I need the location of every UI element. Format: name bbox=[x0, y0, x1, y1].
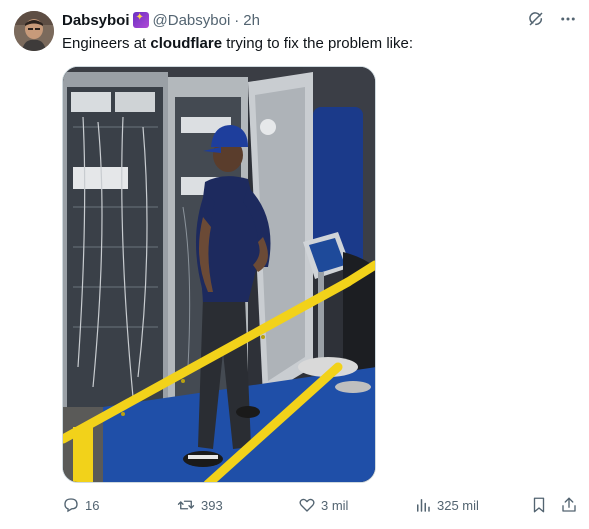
author-name[interactable]: Dabsyboi bbox=[62, 12, 130, 29]
separator-dot: · bbox=[234, 11, 240, 29]
action-bar: 16 393 3 mil 325 mil bbox=[62, 494, 582, 518]
media-photo bbox=[63, 67, 375, 482]
tweet-media[interactable] bbox=[62, 66, 376, 483]
views-count: 325 mil bbox=[437, 497, 479, 513]
heart-icon bbox=[299, 498, 315, 512]
tweet-header: Dabsyboi @Dabsyboi · 2h bbox=[62, 11, 260, 29]
tweet[interactable]: Dabsyboi @Dabsyboi · 2h Engineers at clo… bbox=[0, 0, 589, 529]
grok-icon[interactable] bbox=[527, 10, 545, 28]
tweet-text-after: trying to fix the problem like: bbox=[222, 35, 413, 52]
views-button[interactable]: 325 mil bbox=[414, 494, 479, 516]
tweet-header-actions bbox=[527, 10, 577, 28]
more-options-icon[interactable] bbox=[559, 10, 577, 28]
reply-icon bbox=[64, 498, 78, 513]
author-handle[interactable]: @Dabsyboi bbox=[153, 12, 231, 29]
timestamp[interactable]: 2h bbox=[243, 12, 260, 29]
like-count: 3 mil bbox=[321, 497, 349, 513]
tweet-text-mention: cloudflare bbox=[150, 35, 223, 52]
like-button[interactable]: 3 mil bbox=[298, 494, 348, 516]
reply-count: 16 bbox=[85, 497, 100, 513]
share-icon bbox=[562, 497, 576, 512]
repost-button[interactable]: 393 bbox=[176, 494, 223, 516]
repost-icon bbox=[177, 500, 195, 510]
bookmark-icon bbox=[533, 497, 545, 513]
avatar-image bbox=[14, 11, 54, 51]
tweet-text-before: Engineers at bbox=[62, 35, 151, 52]
bookmark-button[interactable] bbox=[530, 494, 548, 516]
views-icon bbox=[417, 499, 430, 512]
share-button[interactable] bbox=[560, 494, 578, 516]
repost-count: 393 bbox=[201, 497, 223, 513]
tweet-text: Engineers at cloudflare trying to fix th… bbox=[62, 34, 413, 54]
sparkles-emoji-icon bbox=[132, 12, 149, 28]
avatar[interactable] bbox=[14, 11, 54, 51]
reply-button[interactable]: 16 bbox=[62, 494, 99, 516]
